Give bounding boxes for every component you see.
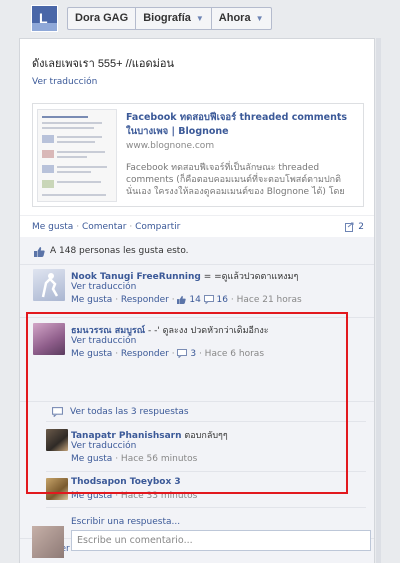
link-domain: www.blognone.com bbox=[126, 141, 215, 151]
reply-bubble-icon bbox=[203, 295, 214, 304]
page-header: L Dora GAG Biografía ▼ Ahora ▼ bbox=[0, 0, 400, 38]
thread-highlight-frame bbox=[26, 312, 348, 494]
comment-like-button[interactable]: Me gusta bbox=[71, 295, 112, 305]
page-tabs: Dora GAG Biografía ▼ Ahora ▼ bbox=[67, 7, 272, 30]
likes-summary-text: A 148 personas les gusta esto. bbox=[50, 246, 189, 256]
share-button[interactable]: Compartir bbox=[135, 222, 180, 232]
thumbs-up-icon bbox=[34, 246, 45, 257]
page-profile-picture[interactable]: L bbox=[31, 5, 58, 32]
tab-ahora[interactable]: Ahora ▼ bbox=[212, 8, 271, 29]
link-title[interactable]: Facebook ทดสอบฟีเจอร์ threaded comments … bbox=[126, 111, 358, 139]
see-translation-link[interactable]: Ver traducción bbox=[71, 282, 136, 292]
tab-label: Ahora bbox=[218, 12, 251, 24]
comment-like-count[interactable]: 14 bbox=[189, 295, 200, 305]
comment-timestamp[interactable]: Hace 21 horas bbox=[237, 295, 302, 305]
write-reply-link[interactable]: Escribir una respuesta... bbox=[71, 517, 180, 527]
comment-item: Nook Tanugi FreeRunning = =ดูแล้วปวดตาแห… bbox=[20, 266, 374, 314]
thumbs-up-icon bbox=[177, 295, 187, 304]
comment-text: = =ดูแล้วปวดตาแหงมๆ bbox=[203, 272, 299, 282]
comment-reply-button[interactable]: Responder bbox=[121, 295, 169, 305]
comment-reply-count[interactable]: 16 bbox=[217, 295, 228, 305]
tab-biografia[interactable]: Biografía ▼ bbox=[136, 8, 212, 29]
tab-page-name[interactable]: Dora GAG bbox=[68, 8, 137, 29]
tab-label: Dora GAG bbox=[75, 12, 129, 24]
share-icon bbox=[345, 222, 354, 232]
share-count-value: 2 bbox=[358, 222, 364, 232]
post-actions: Me gusta · Comentar · Compartir 2 bbox=[20, 215, 374, 237]
see-translation-link[interactable]: Ver traducción bbox=[32, 77, 97, 87]
link-thumbnail bbox=[37, 109, 117, 202]
avatar[interactable] bbox=[33, 269, 65, 301]
link-description: Facebook ทดสอบฟีเจอร์ที่เป็นลักษณะ threa… bbox=[126, 163, 345, 197]
comment-button[interactable]: Comentar bbox=[82, 222, 127, 232]
tab-label: Biografía bbox=[143, 12, 191, 24]
scrollbar[interactable] bbox=[376, 38, 381, 563]
likes-summary: A 148 personas les gusta esto. bbox=[34, 244, 189, 258]
comment-author[interactable]: Nook Tanugi FreeRunning bbox=[71, 272, 201, 282]
post-text: ดังเลยเพจเรา 555+ //แอดม่อน bbox=[32, 58, 174, 70]
write-reply-label: Escribir una respuesta... bbox=[71, 517, 181, 527]
share-count[interactable]: 2 bbox=[345, 216, 364, 238]
chevron-down-icon: ▼ bbox=[255, 14, 264, 23]
comment-input[interactable]: Escribe un comentario... bbox=[71, 530, 371, 551]
chevron-down-icon: ▼ bbox=[195, 14, 204, 23]
link-preview[interactable]: Facebook ทดสอบฟีเจอร์ threaded comments … bbox=[32, 103, 364, 207]
like-button[interactable]: Me gusta bbox=[32, 222, 73, 232]
avatar bbox=[32, 526, 64, 558]
